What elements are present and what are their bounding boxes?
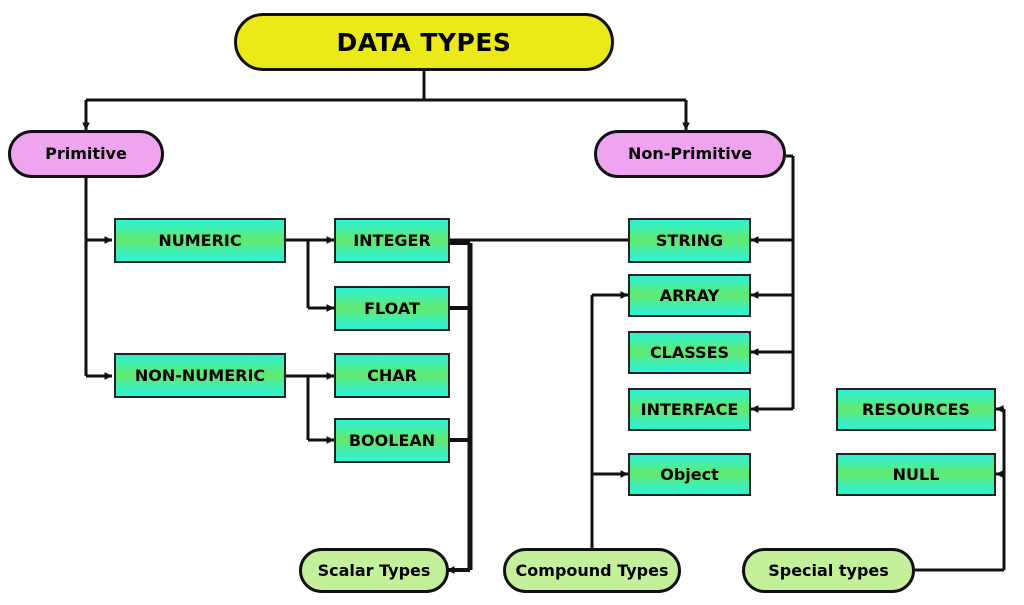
node-label: NULL — [892, 464, 940, 484]
node-label: STRING — [655, 230, 724, 250]
node-array[interactable]: ARRAY — [628, 274, 751, 317]
connector-lines — [82, 71, 1006, 574]
node-label: INTERFACE — [640, 399, 739, 419]
node-data-types[interactable]: DATA TYPES — [234, 13, 614, 71]
node-label: Primitive — [45, 144, 127, 163]
node-label: INTEGER — [353, 230, 431, 250]
data-types-diagram: DATA TYPES Primitive Non-Primitive NUMER… — [0, 0, 1024, 605]
node-classes[interactable]: CLASSES — [628, 331, 751, 374]
node-non-numeric[interactable]: NON-NUMERIC — [114, 353, 286, 398]
node-scalar-types[interactable]: Scalar Types — [299, 548, 449, 593]
node-resources[interactable]: RESOURCES — [836, 388, 996, 431]
node-compound-types[interactable]: Compound Types — [503, 548, 681, 593]
node-label: DATA TYPES — [336, 27, 512, 57]
node-label: Object — [660, 464, 719, 484]
node-label: FLOAT — [364, 298, 420, 318]
node-numeric[interactable]: NUMERIC — [114, 218, 286, 263]
node-primitive[interactable]: Primitive — [8, 130, 164, 178]
node-label: CHAR — [367, 365, 417, 385]
node-label: BOOLEAN — [348, 430, 436, 450]
node-non-primitive[interactable]: Non-Primitive — [594, 130, 786, 178]
node-boolean[interactable]: BOOLEAN — [334, 418, 450, 463]
node-label: RESOURCES — [862, 399, 970, 419]
node-label: Scalar Types — [317, 560, 431, 580]
node-integer[interactable]: INTEGER — [334, 218, 450, 263]
node-label: NUMERIC — [158, 230, 242, 250]
node-label: ARRAY — [659, 285, 720, 305]
node-interface[interactable]: INTERFACE — [628, 388, 751, 431]
node-label: Compound Types — [515, 560, 669, 580]
node-object[interactable]: Object — [628, 453, 751, 496]
node-float[interactable]: FLOAT — [334, 286, 450, 331]
node-string[interactable]: STRING — [628, 218, 751, 263]
node-label: CLASSES — [649, 342, 730, 362]
node-label: Non-Primitive — [627, 144, 753, 163]
node-label: NON-NUMERIC — [134, 365, 266, 385]
node-null[interactable]: NULL — [836, 453, 996, 496]
node-label: Special types — [768, 560, 889, 580]
node-special-types[interactable]: Special types — [742, 548, 915, 593]
node-char[interactable]: CHAR — [334, 353, 450, 398]
